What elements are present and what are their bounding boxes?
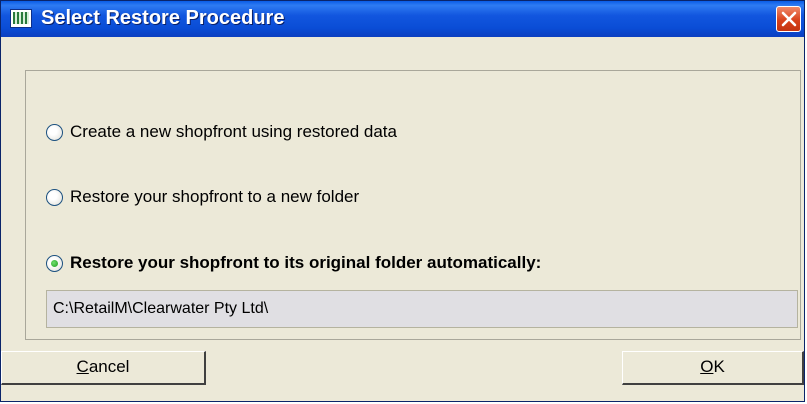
ok-accelerator: O: [700, 357, 714, 376]
radio-button-selected[interactable]: [46, 254, 63, 272]
option-restore-original-folder[interactable]: Restore your shopfront to its original f…: [46, 251, 541, 275]
radio-button[interactable]: [46, 123, 63, 141]
option-create-new-shopfront[interactable]: Create a new shopfront using restored da…: [46, 120, 397, 144]
dialog-title: Select Restore Procedure: [41, 7, 285, 29]
restore-dialog: Select Restore Procedure Create a new sh…: [0, 0, 805, 402]
option-restore-new-folder[interactable]: Restore your shopfront to a new folder: [46, 185, 359, 209]
option-label: Create a new shopfront using restored da…: [70, 122, 397, 141]
title-bar[interactable]: Select Restore Procedure: [1, 1, 804, 37]
close-icon: [781, 11, 797, 27]
option-label: Restore your shopfront to its original f…: [70, 253, 542, 272]
cancel-accelerator: C: [76, 357, 89, 376]
radio-button[interactable]: [46, 188, 63, 206]
ok-label-rest: K: [713, 357, 725, 376]
app-icon: [10, 9, 32, 28]
close-button[interactable]: [776, 6, 801, 32]
cancel-button[interactable]: Cancel: [1, 351, 206, 385]
ok-button[interactable]: OK: [622, 351, 804, 385]
folder-path-field[interactable]: C:\RetailM\Clearwater Pty Ltd\: [46, 290, 798, 328]
option-label: Restore your shopfront to a new folder: [70, 187, 360, 206]
cancel-label-rest: ancel: [88, 357, 130, 376]
